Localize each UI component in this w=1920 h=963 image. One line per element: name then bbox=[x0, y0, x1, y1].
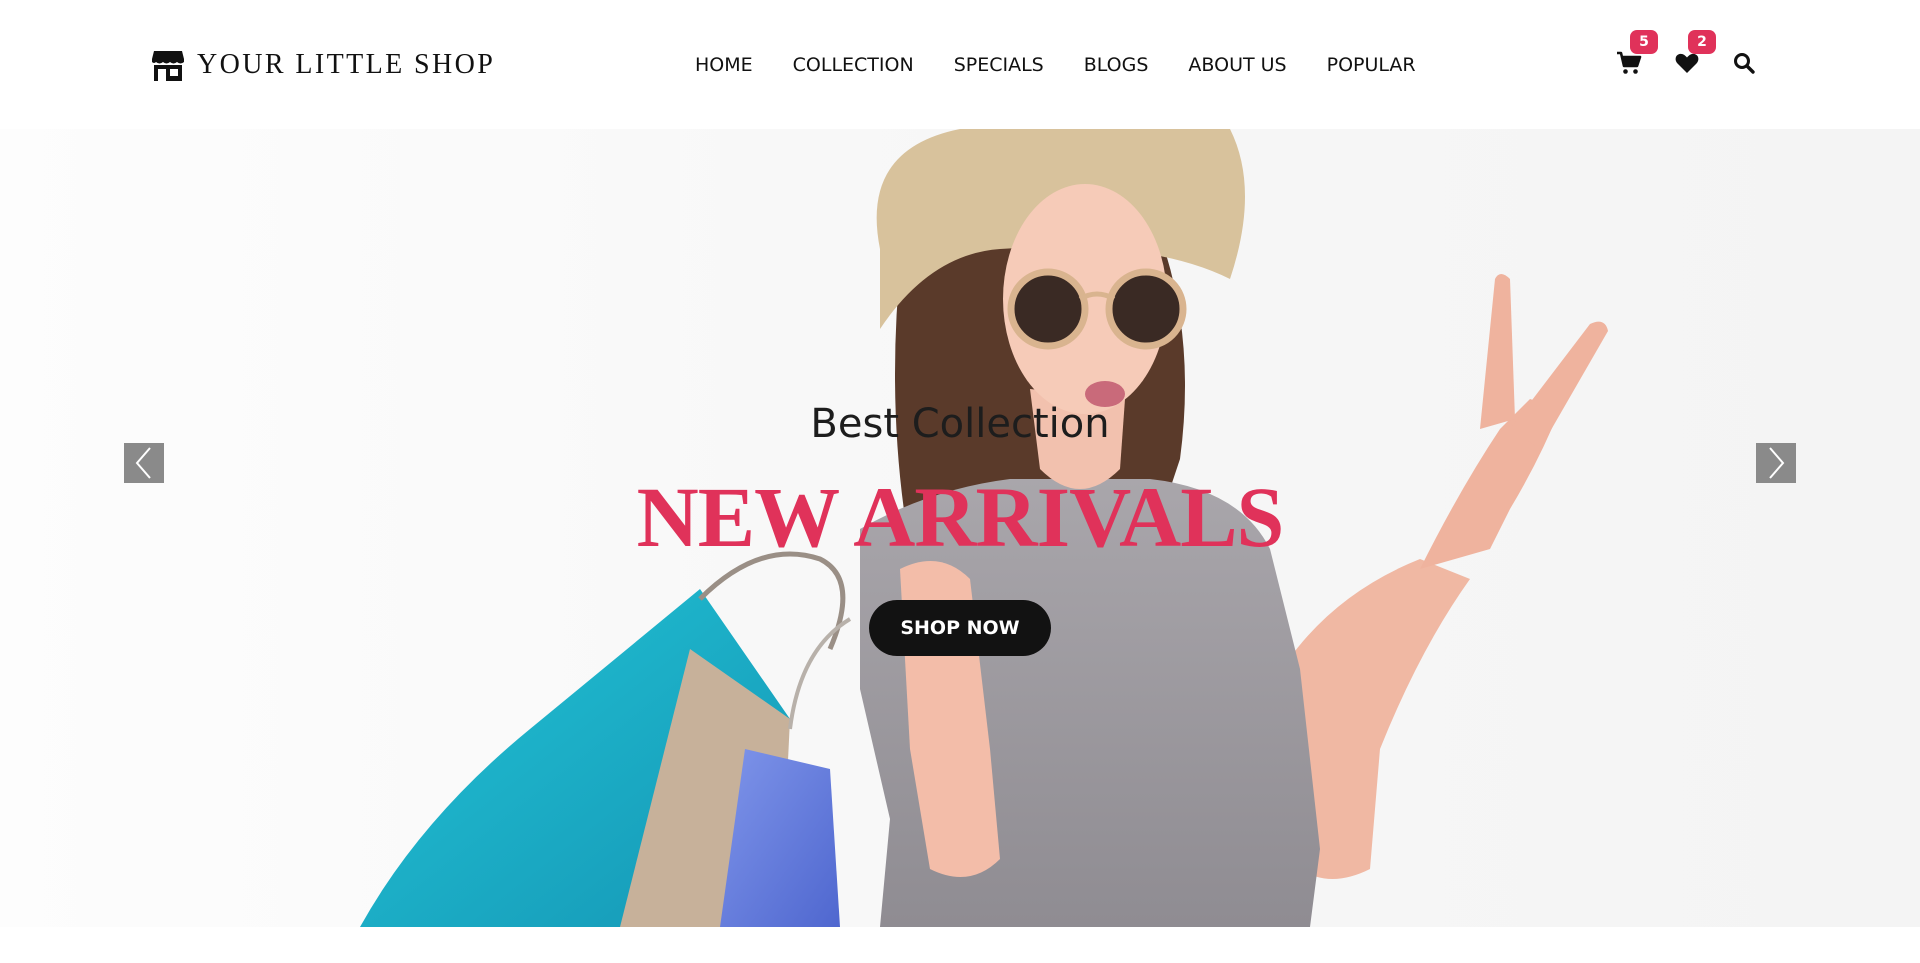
nav-item-blogs[interactable]: BLOGS bbox=[1084, 52, 1149, 78]
hero-slider: Best Collection NEW ARRIVALS SHOP NOW bbox=[0, 129, 1920, 927]
site-header: YOUR LITTLE SHOP HOME COLLECTION SPECIAL… bbox=[0, 0, 1920, 129]
chevron-right-icon bbox=[1769, 447, 1785, 479]
hero-title: NEW ARRIVALS bbox=[636, 469, 1285, 565]
slider-next-button[interactable] bbox=[1756, 443, 1796, 483]
main-nav: HOME COLLECTION SPECIALS BLOGS ABOUT US … bbox=[695, 52, 1416, 78]
logo-text: YOUR LITTLE SHOP bbox=[197, 49, 496, 80]
shop-now-button[interactable]: SHOP NOW bbox=[869, 600, 1051, 656]
logo[interactable]: YOUR LITTLE SHOP bbox=[151, 48, 495, 82]
nav-item-about-us[interactable]: ABOUT US bbox=[1188, 52, 1286, 78]
slider-prev-button[interactable] bbox=[124, 443, 164, 483]
hero-subtitle: Best Collection bbox=[810, 401, 1110, 447]
nav-item-collection[interactable]: COLLECTION bbox=[793, 52, 914, 78]
hero-content: Best Collection NEW ARRIVALS SHOP NOW bbox=[0, 129, 1920, 927]
nav-item-home[interactable]: HOME bbox=[695, 52, 753, 78]
nav-item-specials[interactable]: SPECIALS bbox=[954, 52, 1044, 78]
wishlist-button[interactable]: 2 bbox=[1674, 30, 1716, 76]
cart-button[interactable]: 5 bbox=[1616, 30, 1658, 76]
cart-count-badge: 5 bbox=[1630, 30, 1658, 54]
search-button[interactable] bbox=[1731, 50, 1757, 76]
search-icon bbox=[1734, 53, 1755, 74]
wishlist-count-badge: 2 bbox=[1688, 30, 1716, 54]
chevron-left-icon bbox=[135, 447, 151, 479]
storefront-icon bbox=[152, 51, 184, 81]
nav-item-popular[interactable]: POPULAR bbox=[1327, 52, 1416, 78]
